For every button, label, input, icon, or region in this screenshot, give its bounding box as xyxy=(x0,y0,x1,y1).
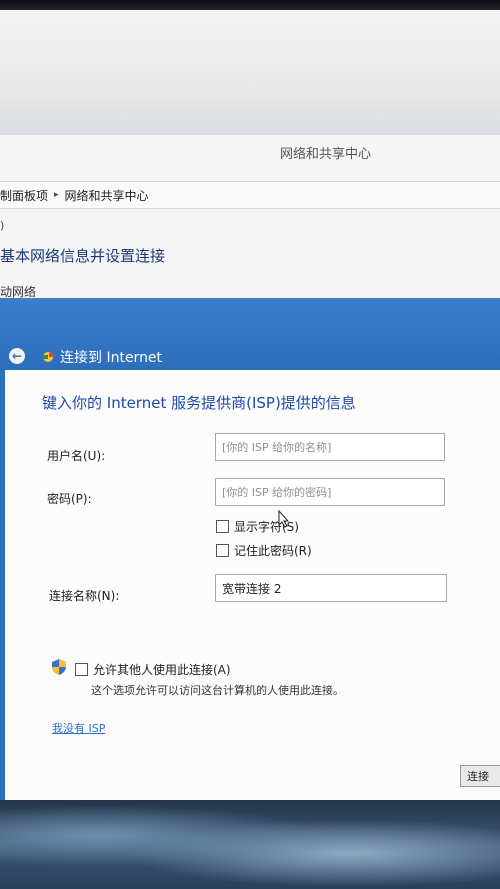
checkbox-box[interactable] xyxy=(216,544,229,557)
no-isp-link[interactable]: 我没有 ISP xyxy=(52,720,105,736)
connection-name-label: 连接名称(N): xyxy=(49,589,120,603)
desktop-top-band xyxy=(0,10,500,135)
network-center-window: 制面板项 ▸ 网络和共享中心 ) 基本网络信息并设置连接 动网络 xyxy=(0,135,500,315)
connect-to-internet-dialog: ← 连接到 Internet 键入你的 Internet 服务提供商(ISP)提… xyxy=(0,298,500,800)
bg-fragment: ) xyxy=(0,219,5,232)
connect-button[interactable]: 连接 xyxy=(460,765,500,787)
breadcrumb-item-control-panel[interactable]: 制面板项 xyxy=(0,187,48,204)
password-input[interactable] xyxy=(215,478,445,506)
mouse-cursor-icon xyxy=(278,510,290,528)
checkbox-box[interactable] xyxy=(75,663,88,676)
connection-name-input[interactable] xyxy=(215,574,447,602)
network-icon xyxy=(43,352,54,362)
bg-page-heading: 基本网络信息并设置连接 xyxy=(0,247,166,265)
remember-password-label: 记住此密码(R) xyxy=(234,544,312,558)
window-title: 网络和共享中心 xyxy=(280,147,372,162)
username-input[interactable] xyxy=(215,433,445,461)
breadcrumb: 制面板项 ▸ 网络和共享中心 xyxy=(0,181,500,209)
allow-others-label: 允许其他人使用此连接(A) xyxy=(93,663,231,677)
dialog-body: 键入你的 Internet 服务提供商(ISP)提供的信息 用户名(U): 密码… xyxy=(5,370,500,800)
back-arrow-icon[interactable]: ← xyxy=(9,348,25,364)
allow-others-description: 这个选项允许可以访问这台计算机的人使用此连接。 xyxy=(91,684,344,697)
desk-background xyxy=(0,800,500,889)
screen: 制面板项 ▸ 网络和共享中心 ) 基本网络信息并设置连接 动网络 网络和共享中心… xyxy=(0,10,500,800)
username-label: 用户名(U): xyxy=(47,449,106,463)
uac-shield-icon xyxy=(52,659,66,675)
remember-password-checkbox[interactable]: 记住此密码(R) xyxy=(216,542,312,559)
password-label: 密码(P): xyxy=(47,492,92,506)
chevron-right-icon: ▸ xyxy=(54,190,59,200)
breadcrumb-item-network-center[interactable]: 网络和共享中心 xyxy=(65,187,149,204)
allow-others-checkbox[interactable]: 允许其他人使用此连接(A) xyxy=(75,661,231,678)
dialog-title: 连接到 Internet xyxy=(60,350,163,366)
checkbox-box[interactable] xyxy=(216,520,229,533)
dialog-header: ← 连接到 Internet xyxy=(0,298,500,370)
instruction-text: 键入你的 Internet 服务提供商(ISP)提供的信息 xyxy=(42,394,356,412)
